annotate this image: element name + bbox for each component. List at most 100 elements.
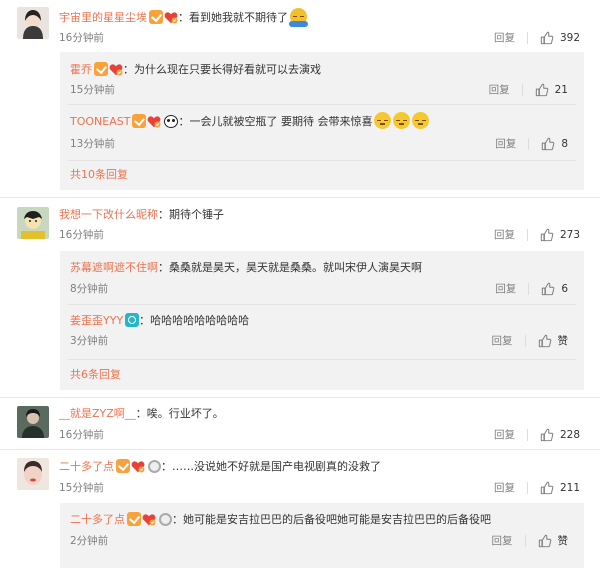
reply-text: 桑桑就是昊天，昊天就是桑桑。就叫宋伊人演昊天啊 bbox=[169, 261, 422, 274]
vip-badge-icon bbox=[116, 459, 130, 473]
avatar[interactable] bbox=[17, 7, 49, 39]
username-link[interactable]: 二十多了点 bbox=[70, 513, 125, 526]
ring-badge-icon bbox=[148, 460, 161, 473]
divider bbox=[526, 482, 528, 494]
reply-time: 2分钟前 bbox=[70, 535, 109, 547]
reply-time: 3分钟前 bbox=[70, 335, 109, 347]
heart-badge-icon bbox=[164, 11, 178, 24]
colon: ： bbox=[161, 460, 172, 473]
reply-button[interactable]: 回复 bbox=[495, 281, 516, 297]
heart-badge-icon bbox=[109, 63, 123, 76]
colon: ： bbox=[139, 314, 151, 327]
like-count: 6 bbox=[561, 283, 568, 295]
divider bbox=[528, 138, 530, 150]
like-count: 21 bbox=[554, 84, 568, 96]
comment-divider bbox=[0, 397, 600, 398]
colon: ： bbox=[172, 513, 183, 526]
reply-button[interactable]: 回复 bbox=[489, 82, 510, 98]
reply-text: 哈哈哈哈哈哈哈哈哈 bbox=[150, 314, 250, 327]
divider bbox=[526, 32, 528, 44]
heart-badge-icon bbox=[142, 513, 156, 526]
hug-emoji-icon bbox=[289, 8, 308, 27]
reply-text: 为什么现在只要长得好看就可以去演戏 bbox=[134, 63, 321, 76]
divider bbox=[68, 304, 576, 305]
smug-emoji-icon bbox=[393, 112, 411, 129]
like-button[interactable]: 8 bbox=[541, 136, 568, 152]
reply-time: 13分钟前 bbox=[70, 138, 115, 150]
vip-badge-icon bbox=[127, 512, 141, 526]
reply-button[interactable]: 回复 bbox=[495, 136, 516, 152]
thumbs-up-icon bbox=[541, 137, 555, 151]
like-button[interactable]: 赞 bbox=[538, 333, 568, 349]
reply-text: 她可能是安吉拉巴巴的后备役吧她可能是安吉拉巴巴的后备役吧 bbox=[183, 513, 491, 526]
avatar[interactable] bbox=[17, 406, 49, 438]
username-link[interactable]: 苏幕遮啊遮不住啊 bbox=[70, 261, 158, 274]
like-count: 228 bbox=[559, 429, 580, 441]
comment-divider bbox=[0, 197, 600, 198]
username-link[interactable]: __就是ZYZ啊__ bbox=[59, 407, 136, 420]
comment-time: 15分钟前 bbox=[59, 482, 104, 494]
comment-time: 16分钟前 bbox=[59, 32, 104, 44]
colon: ： bbox=[123, 63, 134, 76]
reply-button[interactable]: 回复 bbox=[492, 533, 513, 549]
divider bbox=[528, 283, 530, 295]
reply-button[interactable]: 回复 bbox=[494, 227, 515, 243]
like-button[interactable]: 赞 bbox=[538, 533, 568, 549]
comment-text: ……没说她不好就是国产电视剧真的没救了 bbox=[172, 460, 381, 473]
like-count: 392 bbox=[559, 32, 580, 44]
username-link[interactable]: 二十多了点 bbox=[59, 460, 114, 473]
heart-badge-icon bbox=[147, 115, 161, 128]
divider bbox=[524, 335, 526, 347]
username-link[interactable]: 姜歪歪YYY bbox=[70, 314, 123, 327]
comment-divider bbox=[0, 449, 600, 450]
smug-emoji-icon bbox=[412, 112, 430, 129]
username-link[interactable]: TOONEAST bbox=[70, 115, 130, 128]
more-replies-link[interactable]: 共6条回复 bbox=[70, 367, 121, 383]
reply-button[interactable]: 回复 bbox=[494, 30, 515, 46]
vip-badge-icon bbox=[94, 62, 108, 76]
thumbs-up-icon bbox=[538, 334, 552, 348]
reply-button[interactable]: 回复 bbox=[494, 480, 515, 496]
divider bbox=[68, 160, 576, 161]
like-count: 273 bbox=[559, 229, 580, 241]
like-button[interactable]: 21 bbox=[535, 82, 568, 98]
thumbs-up-icon bbox=[540, 481, 554, 495]
replies-box: 霍乔 ：为什么现在只要长得好看就可以去演戏 15分钟前 回复 21 TOONEAS… bbox=[60, 52, 584, 190]
like-count: 211 bbox=[559, 482, 580, 494]
thumbs-up-icon bbox=[540, 31, 554, 45]
like-button[interactable]: 392 bbox=[540, 30, 580, 46]
avatar[interactable] bbox=[17, 458, 49, 490]
comment-time: 16分钟前 bbox=[59, 229, 104, 241]
comment-time: 16分钟前 bbox=[59, 429, 104, 441]
comment-text: 唉。行业坏了。 bbox=[146, 407, 224, 420]
smug-emoji-icon bbox=[374, 112, 392, 129]
colon: ： bbox=[178, 11, 189, 24]
like-button[interactable]: 228 bbox=[540, 427, 580, 443]
thumbs-up-icon bbox=[540, 228, 554, 242]
vip-badge-icon bbox=[149, 10, 163, 24]
thumbs-up-icon bbox=[541, 282, 555, 296]
username-link[interactable]: 霍乔 bbox=[70, 63, 92, 76]
avatar[interactable] bbox=[17, 207, 49, 239]
reply-button[interactable]: 回复 bbox=[492, 333, 513, 349]
divider bbox=[526, 429, 528, 441]
colon: ： bbox=[135, 407, 147, 420]
divider bbox=[521, 84, 523, 96]
username-link[interactable]: 我想一下改什么昵称 bbox=[59, 208, 158, 221]
panda-badge-icon bbox=[164, 115, 179, 128]
thumbs-up-icon bbox=[538, 534, 552, 548]
reply-button[interactable]: 回复 bbox=[494, 427, 515, 443]
reply-time: 15分钟前 bbox=[70, 84, 115, 96]
comment-text: 看到她我就不期待了 bbox=[189, 11, 288, 24]
thumbs-up-icon bbox=[540, 428, 554, 442]
username-link[interactable]: 宇宙里的星星尘埃 bbox=[59, 11, 147, 24]
heart-badge-icon bbox=[131, 460, 145, 473]
colon: ： bbox=[158, 261, 169, 274]
thumbs-up-icon bbox=[535, 83, 549, 97]
more-replies-link[interactable]: 共10条回复 bbox=[70, 167, 128, 183]
like-button[interactable]: 273 bbox=[540, 227, 580, 243]
like-button[interactable]: 6 bbox=[541, 281, 568, 297]
like-button[interactable]: 211 bbox=[540, 480, 580, 496]
divider bbox=[68, 359, 576, 360]
camera-badge-icon bbox=[125, 313, 140, 327]
